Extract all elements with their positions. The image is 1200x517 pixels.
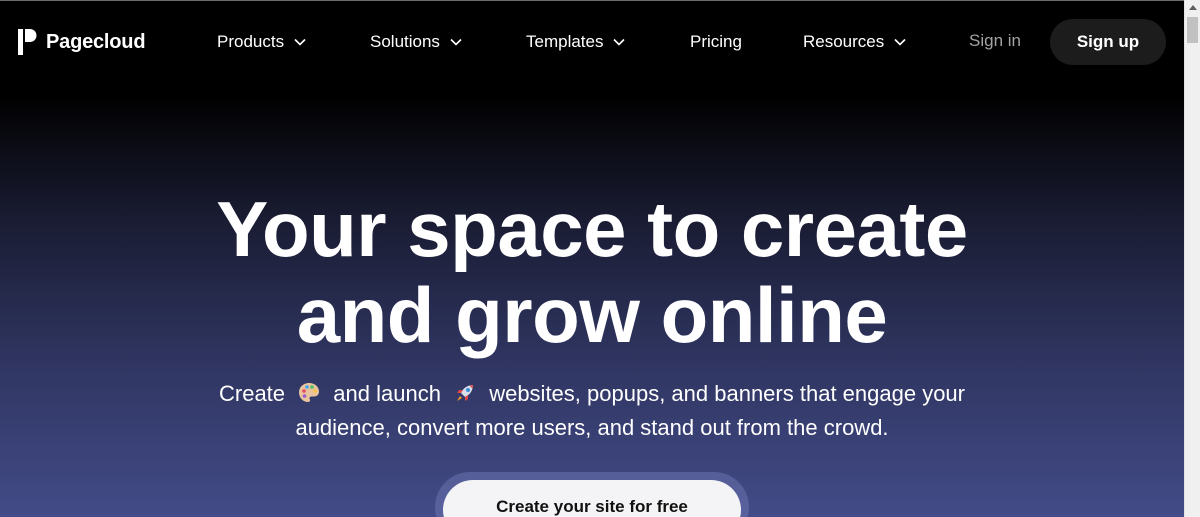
scroll-up-arrow-icon[interactable] <box>1189 5 1197 10</box>
rocket-icon <box>457 385 474 401</box>
nav-products-label: Products <box>217 32 285 51</box>
hero-title-line-1: Your space to create <box>216 185 968 273</box>
nav-resources[interactable]: Resources <box>803 31 906 53</box>
brand-name: Pagecloud <box>46 30 146 53</box>
scrollbar-thumb[interactable] <box>1187 17 1198 43</box>
create-site-button[interactable]: Create your site for free <box>443 480 741 517</box>
nav-solutions-label: Solutions <box>370 32 440 51</box>
chevron-down-icon <box>613 38 626 46</box>
nav-solutions[interactable]: Solutions <box>370 31 462 53</box>
sign-up-button[interactable]: Sign up <box>1050 19 1166 65</box>
brand-logo[interactable]: Pagecloud <box>18 29 146 55</box>
nav-templates-label: Templates <box>526 32 604 51</box>
hero-title-line-2: and grow online <box>296 271 888 359</box>
subtitle-part-1: Create <box>219 381 286 406</box>
nav-products[interactable]: Products <box>217 31 306 53</box>
sign-in-link[interactable]: Sign in <box>969 31 1021 53</box>
subtitle-part-3: websites, popups, and banners that engag… <box>489 381 965 406</box>
artist-palette-icon <box>299 383 320 402</box>
hero-subtitle: Create and launch websites, popups, and … <box>180 377 1004 445</box>
subtitle-part-2: and launch <box>333 381 441 406</box>
hero-title: Your space to create and grow online <box>0 186 1184 358</box>
chevron-down-icon <box>894 38 906 46</box>
nav-templates[interactable]: Templates <box>526 31 626 53</box>
chevron-down-icon <box>450 38 462 46</box>
chevron-down-icon <box>294 38 306 46</box>
pagecloud-logo-icon <box>18 29 37 55</box>
nav-resources-label: Resources <box>803 32 885 51</box>
subtitle-line-2: audience, convert more users, and stand … <box>295 415 889 440</box>
top-navigation: Pagecloud Products Solutions Templates P… <box>0 0 1184 84</box>
nav-pricing[interactable]: Pricing <box>690 31 742 53</box>
nav-pricing-label: Pricing <box>690 32 742 51</box>
page: Pagecloud Products Solutions Templates P… <box>0 0 1200 517</box>
vertical-scrollbar[interactable] <box>1184 0 1200 517</box>
